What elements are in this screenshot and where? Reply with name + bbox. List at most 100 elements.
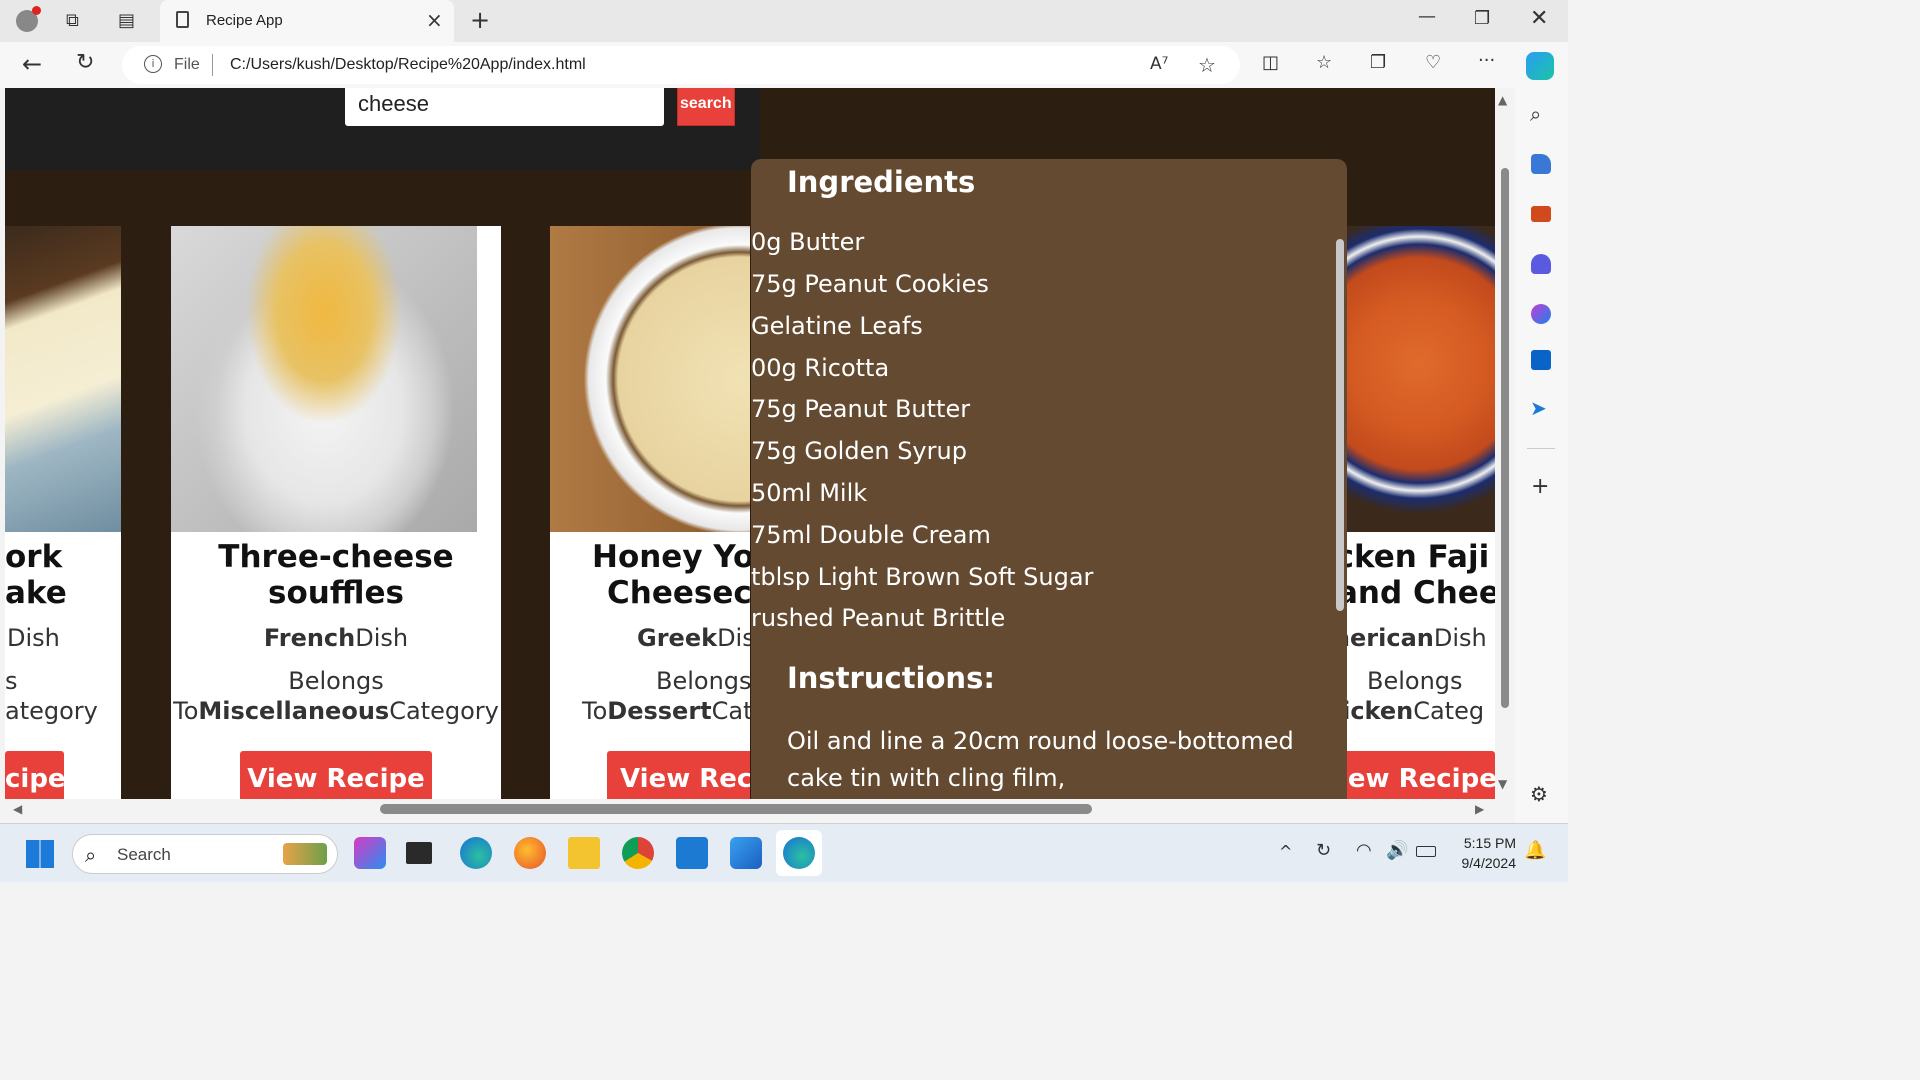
- ingredient-item: 75ml Double Cream: [751, 521, 991, 549]
- recipe-category: Belongs hickenCateg: [1325, 667, 1485, 725]
- taskbar-search-icon: ⌕: [85, 843, 97, 867]
- view-recipe-button[interactable]: View Recipe: [240, 751, 432, 799]
- recipe-name: Honey Yo Cheeseca: [592, 539, 750, 611]
- modal-scrollbar[interactable]: [1336, 239, 1344, 611]
- tray-overflow-icon[interactable]: ^: [1279, 844, 1292, 860]
- ingredient-item: 0g Butter: [751, 228, 865, 256]
- page-viewport: cheese search ork ake Dish s ategory cip…: [5, 88, 1495, 799]
- scroll-down-icon[interactable]: ▼: [1498, 778, 1507, 790]
- favorites-icon[interactable]: ☆: [1316, 54, 1332, 72]
- horizontal-scrollbar[interactable]: ◀ ▶: [5, 799, 1495, 821]
- favorite-star-icon[interactable]: ☆: [1198, 55, 1216, 75]
- recipe-card: Honey Yo Cheeseca GreekDis Belongs ToDes…: [550, 226, 750, 799]
- instructions-text: Oil and line a 20cm round loose-bottomed…: [787, 727, 1294, 792]
- address-bar-row: ← ↻ i File C:/Users/kush/Desktop/Recipe%…: [0, 42, 1568, 88]
- search-button[interactable]: search: [677, 88, 735, 126]
- shopping-tag-icon[interactable]: [1531, 154, 1551, 174]
- taskbar-search-label: Search: [117, 845, 171, 864]
- page-header: cheese search: [5, 88, 760, 170]
- volume-icon[interactable]: 🔊: [1386, 842, 1408, 860]
- horizontal-scroll-thumb[interactable]: [380, 804, 1092, 814]
- recipe-image: [550, 226, 750, 532]
- search-button-label: search: [680, 95, 732, 112]
- view-recipe-button[interactable]: View Reci: [607, 751, 750, 799]
- microsoft-365-icon[interactable]: [1531, 304, 1551, 324]
- scroll-left-icon[interactable]: ◀: [13, 803, 22, 815]
- desktop-app-icon[interactable]: [406, 842, 432, 864]
- firefox-app-icon[interactable]: [514, 837, 546, 869]
- wifi-icon[interactable]: ◠: [1356, 842, 1372, 860]
- minimize-icon[interactable]: —: [1418, 8, 1436, 26]
- recipe-category: s ategory: [5, 667, 98, 725]
- close-window-icon[interactable]: ✕: [1530, 8, 1548, 30]
- outlook-icon[interactable]: [1531, 350, 1551, 370]
- send-icon[interactable]: ➤: [1530, 398, 1547, 418]
- view-recipe-button[interactable]: iew Recipe: [1325, 751, 1495, 799]
- scroll-up-icon[interactable]: ▲: [1498, 94, 1507, 106]
- split-screen-icon[interactable]: ◫: [1262, 54, 1279, 72]
- sync-icon[interactable]: ↻: [1316, 842, 1331, 860]
- chrome-app-icon[interactable]: [622, 837, 654, 869]
- vertical-tabs-icon[interactable]: ▤: [118, 12, 135, 30]
- edge-active-app-icon[interactable]: [776, 830, 822, 876]
- ingredients-title: Ingredients: [787, 165, 976, 199]
- document-icon: [176, 11, 189, 28]
- file-explorer-app-icon[interactable]: [568, 837, 600, 869]
- vertical-scrollbar[interactable]: ▲ ▼: [1495, 88, 1515, 799]
- ingredient-item: rushed Peanut Brittle: [751, 604, 1006, 632]
- recipe-name: icken Faji and Chee: [1325, 539, 1495, 611]
- ingredient-item: 75g Peanut Cookies: [751, 270, 989, 298]
- browser-essentials-icon[interactable]: ♡: [1425, 54, 1441, 72]
- recipe-image: [5, 226, 121, 532]
- instructions-title: Instructions:: [787, 661, 995, 695]
- file-label: File: [174, 56, 200, 73]
- tab-title: Recipe App: [206, 12, 283, 29]
- edge-app-icon[interactable]: [460, 837, 492, 869]
- vertical-scroll-thumb[interactable]: [1501, 168, 1509, 708]
- recipe-image: [1325, 226, 1495, 532]
- read-aloud-icon[interactable]: A⁷: [1150, 56, 1168, 73]
- view-recipe-button[interactable]: cipe: [5, 751, 64, 799]
- games-icon[interactable]: [1531, 254, 1551, 274]
- address-bar[interactable]: i File C:/Users/kush/Desktop/Recipe%20Ap…: [122, 46, 1240, 84]
- windows-start-icon[interactable]: [26, 840, 54, 868]
- battery-icon[interactable]: [1416, 846, 1436, 857]
- new-tab-icon[interactable]: +: [470, 8, 490, 32]
- recipe-image: [171, 226, 477, 532]
- url-text[interactable]: C:/Users/kush/Desktop/Recipe%20App/index…: [230, 56, 586, 74]
- tab-recipe-app[interactable]: Recipe App ×: [160, 0, 454, 42]
- search-input[interactable]: cheese: [345, 88, 664, 126]
- ingredient-item: tblsp Light Brown Soft Sugar: [751, 563, 1094, 591]
- info-icon[interactable]: i: [144, 55, 162, 73]
- copilot-app-icon[interactable]: [354, 837, 386, 869]
- tools-icon[interactable]: [1531, 206, 1551, 222]
- taskbar-search[interactable]: ⌕ Search: [72, 834, 338, 874]
- taskbar-clock[interactable]: 5:15 PM 9/4/2024: [1448, 833, 1517, 873]
- workspaces-icon[interactable]: ⧉: [66, 12, 79, 30]
- copilot-icon[interactable]: [1526, 52, 1554, 80]
- windows-taskbar: ⌕ Search ^ ↻ ◠ 🔊 5:15 PM 9/4/2024 🔔: [0, 823, 1568, 882]
- add-sidebar-icon[interactable]: +: [1531, 476, 1549, 498]
- refresh-icon[interactable]: ↻: [76, 52, 94, 74]
- recipe-category: Belongs ToMiscellaneousCategory: [173, 667, 499, 725]
- vscode-app-icon[interactable]: [676, 837, 708, 869]
- recipe-details-modal: Ingredients 0g Butter 75g Peanut Cookies…: [751, 159, 1347, 799]
- paint-app-icon[interactable]: [730, 837, 762, 869]
- close-tab-icon[interactable]: ×: [426, 8, 443, 32]
- sidebar-search-icon[interactable]: ⌕: [1530, 104, 1541, 124]
- notification-bell-icon[interactable]: 🔔: [1524, 842, 1546, 860]
- recipe-name: ork ake: [5, 539, 67, 611]
- recipe-card: Three-cheese souffles FrenchDish Belongs…: [171, 226, 501, 799]
- sidebar-settings-icon[interactable]: ⚙: [1530, 784, 1548, 804]
- search-input-value: cheese: [358, 91, 429, 116]
- scroll-right-icon[interactable]: ▶: [1475, 803, 1484, 815]
- collections-icon[interactable]: ❐: [1370, 54, 1386, 72]
- more-menu-icon[interactable]: ···: [1478, 52, 1495, 70]
- recipe-name: Three-cheese souffles: [218, 539, 454, 611]
- recipe-area: Dish: [7, 624, 60, 652]
- back-icon[interactable]: ←: [22, 52, 42, 76]
- recipe-area: GreekDis: [637, 624, 750, 652]
- red-dot-icon: [32, 6, 41, 15]
- restore-icon[interactable]: ❐: [1474, 10, 1490, 28]
- ingredient-item: Gelatine Leafs: [751, 312, 923, 340]
